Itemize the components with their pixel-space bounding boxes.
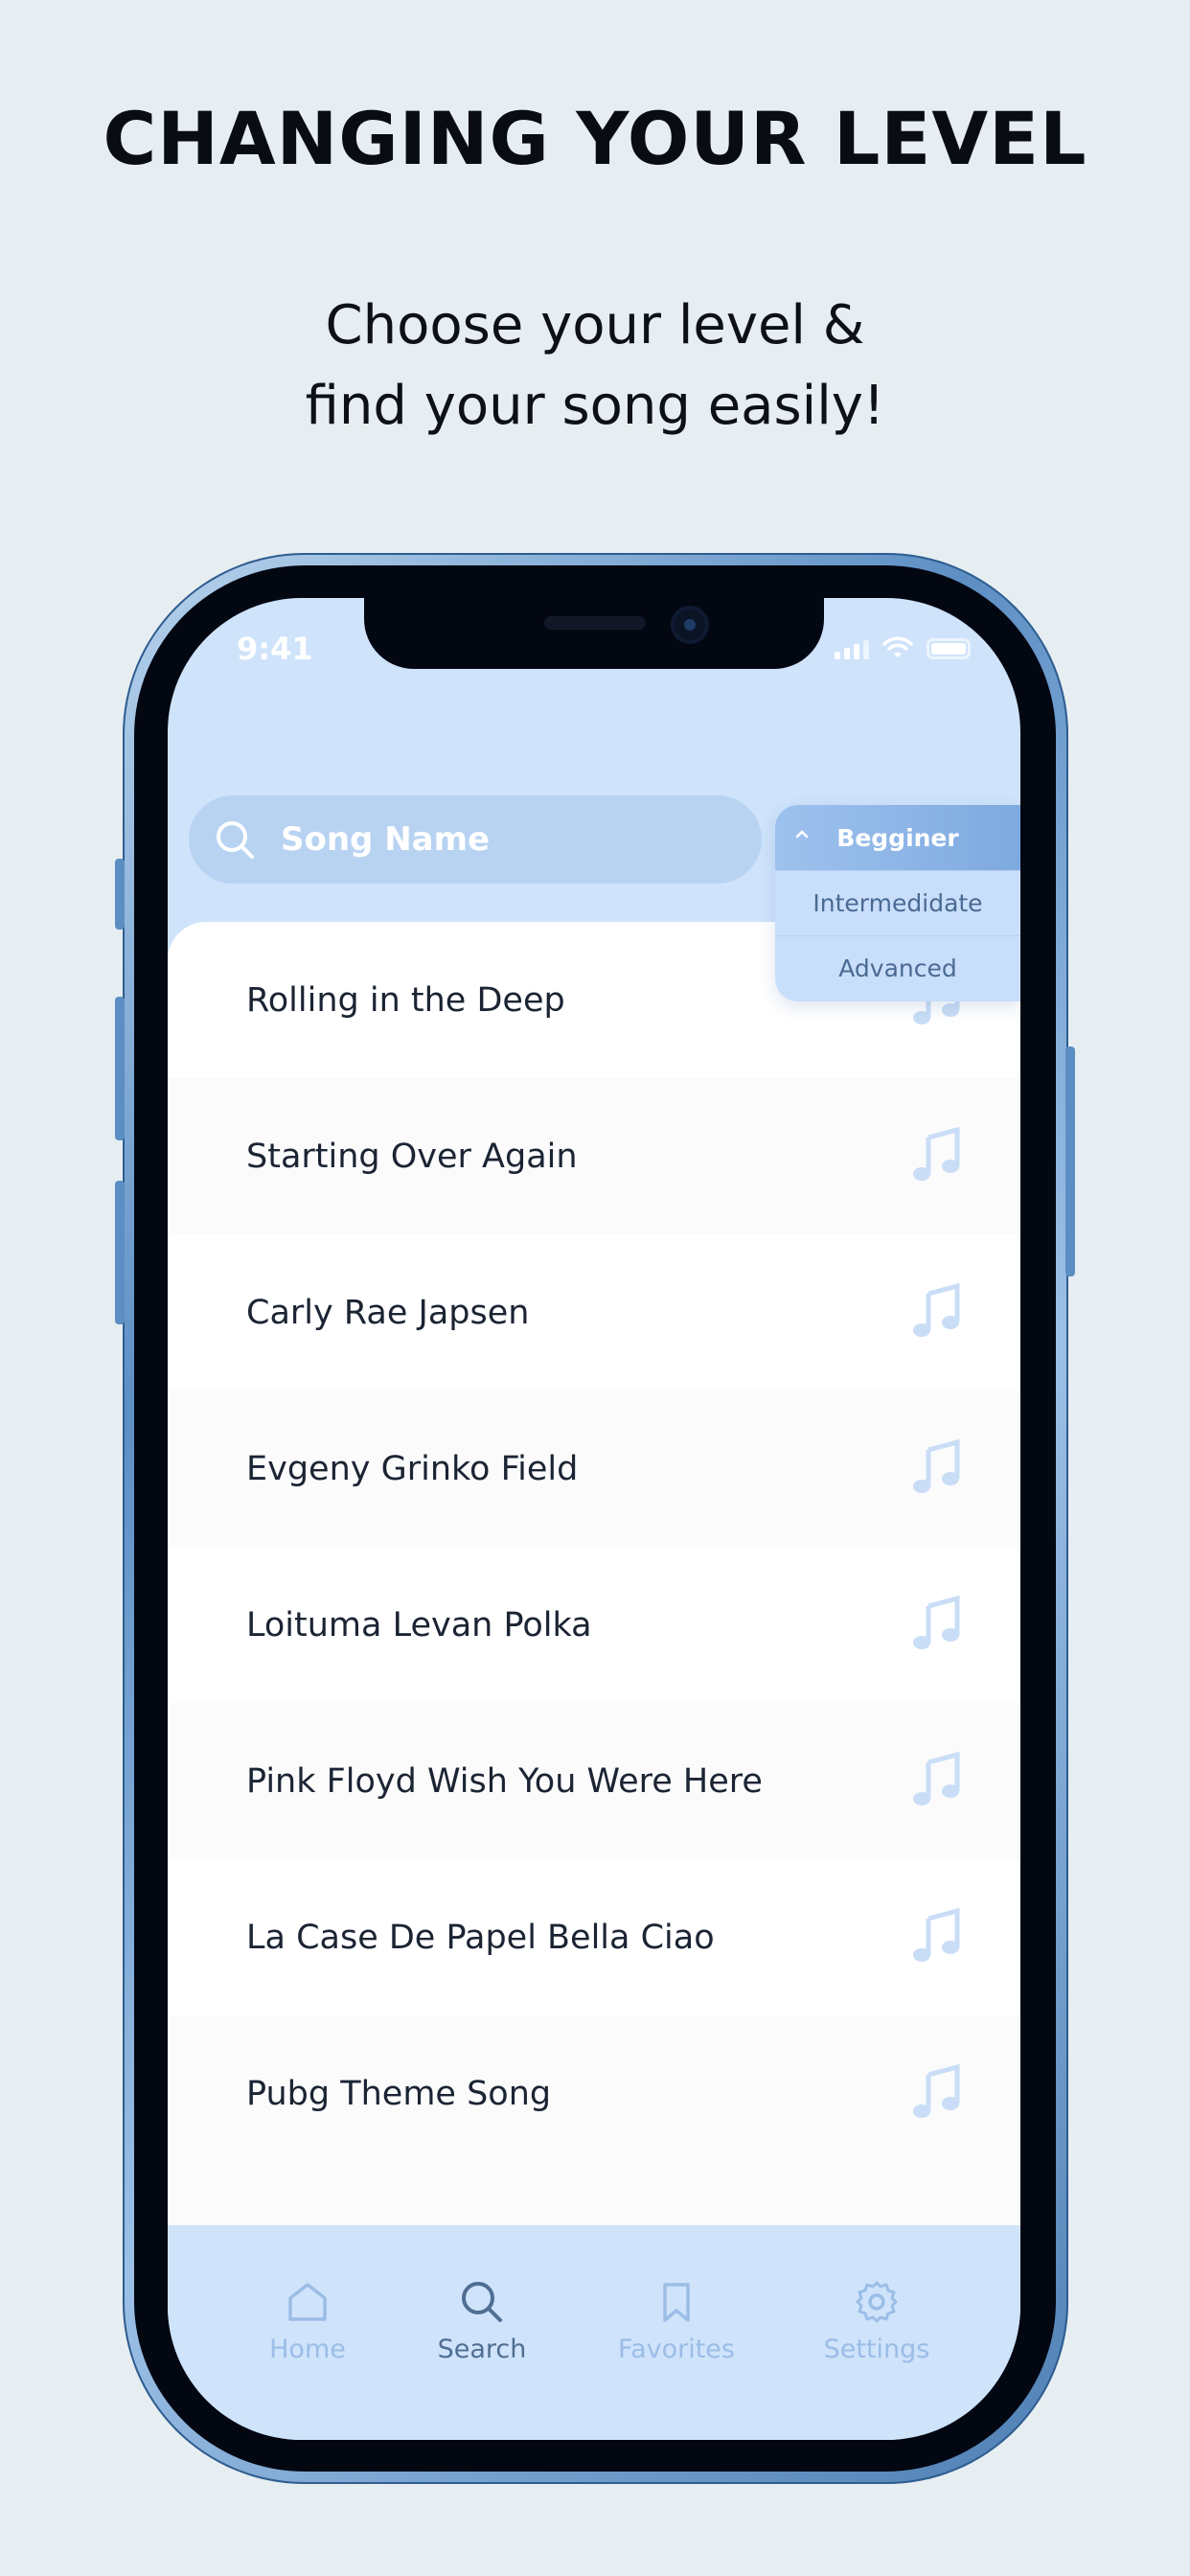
- music-note-icon: [909, 1282, 967, 1344]
- power-button: [1065, 1046, 1075, 1276]
- music-note-icon: [909, 1751, 967, 1812]
- tab-favorites[interactable]: Favorites: [590, 2277, 763, 2364]
- level-option-selected[interactable]: Begginer: [775, 805, 1020, 870]
- tab-search[interactable]: Search: [396, 2277, 568, 2364]
- music-note-icon: [909, 1907, 967, 1968]
- song-title: Rolling in the Deep: [246, 980, 565, 1020]
- song-title: Loituma Levan Polka: [246, 1605, 592, 1644]
- volume-down-button: [115, 1181, 125, 1324]
- song-title: La Case De Papel Bella Ciao: [246, 1918, 715, 1957]
- volume-up-button: [115, 997, 125, 1140]
- song-row[interactable]: Evgeny Grinko Field: [168, 1391, 1020, 1547]
- song-title: Evgeny Grinko Field: [246, 1449, 579, 1488]
- tab-home-label: Home: [269, 2334, 346, 2364]
- gear-icon: [856, 2281, 898, 2323]
- tab-favorites-label: Favorites: [618, 2334, 735, 2364]
- song-title: Starting Over Again: [246, 1137, 578, 1176]
- home-icon: [288, 2283, 327, 2321]
- tab-home[interactable]: Home: [221, 2277, 394, 2364]
- music-note-icon: [909, 1438, 967, 1500]
- search-icon: [217, 821, 254, 859]
- song-row[interactable]: Loituma Levan Polka: [168, 1547, 1020, 1703]
- level-selected-label: Begginer: [836, 823, 959, 852]
- tab-settings[interactable]: Settings: [790, 2277, 963, 2364]
- status-icons: [835, 636, 971, 659]
- level-option-intermediate[interactable]: Intermedidate: [775, 870, 1020, 935]
- headline: CHANGING YOUR LEVEL: [103, 96, 1087, 181]
- song-list: Rolling in the Deep Starting Over Again Ca…: [168, 922, 1020, 2225]
- song-row[interactable]: Carly Rae Japsen: [168, 1234, 1020, 1391]
- mute-switch: [115, 859, 125, 930]
- music-note-icon: [909, 1595, 967, 1656]
- level-dropdown[interactable]: Begginer Intermedidate Advanced: [775, 805, 1020, 1001]
- level-option-advanced[interactable]: Advanced: [775, 935, 1020, 1000]
- search-input[interactable]: Song Name: [281, 820, 490, 859]
- search-icon: [462, 2282, 502, 2322]
- music-note-icon: [909, 2063, 967, 2125]
- chevron-up-icon: [795, 830, 809, 839]
- tab-search-label: Search: [437, 2334, 527, 2364]
- subheadline-line-1: Choose your level &: [325, 294, 865, 356]
- bookmark-icon: [663, 2283, 690, 2322]
- notch: [364, 598, 824, 669]
- song-row[interactable]: Starting Over Again: [168, 1078, 1020, 1234]
- battery-icon: [927, 638, 971, 659]
- status-time: 9:41: [237, 631, 313, 667]
- app-screen: 9:41 Song Name Rolling in the Deep Starti…: [168, 598, 1020, 2440]
- speaker-grille: [544, 616, 646, 630]
- song-title: Pubg Theme Song: [246, 2074, 552, 2113]
- song-row[interactable]: Pink Floyd Wish You Were Here: [168, 1703, 1020, 1859]
- wifi-icon: [882, 636, 913, 657]
- song-row-partial: [168, 2172, 1020, 2225]
- music-note-icon: [909, 1126, 967, 1187]
- song-row[interactable]: La Case De Papel Bella Ciao: [168, 1859, 1020, 2015]
- subheadline-line-2: find your song easily!: [305, 375, 885, 437]
- tab-bar: Home Search Favorites Settings: [168, 2225, 1020, 2440]
- front-camera: [671, 606, 709, 644]
- song-title: Pink Floyd Wish You Were Here: [246, 1761, 763, 1801]
- song-row[interactable]: Pubg Theme Song: [168, 2015, 1020, 2172]
- song-title: Carly Rae Japsen: [246, 1293, 530, 1332]
- tab-settings-label: Settings: [823, 2334, 930, 2364]
- signal-icon: [835, 640, 869, 659]
- search-bar[interactable]: Song Name: [189, 795, 762, 884]
- subheadline: Choose your level & find your song easil…: [0, 286, 1190, 447]
